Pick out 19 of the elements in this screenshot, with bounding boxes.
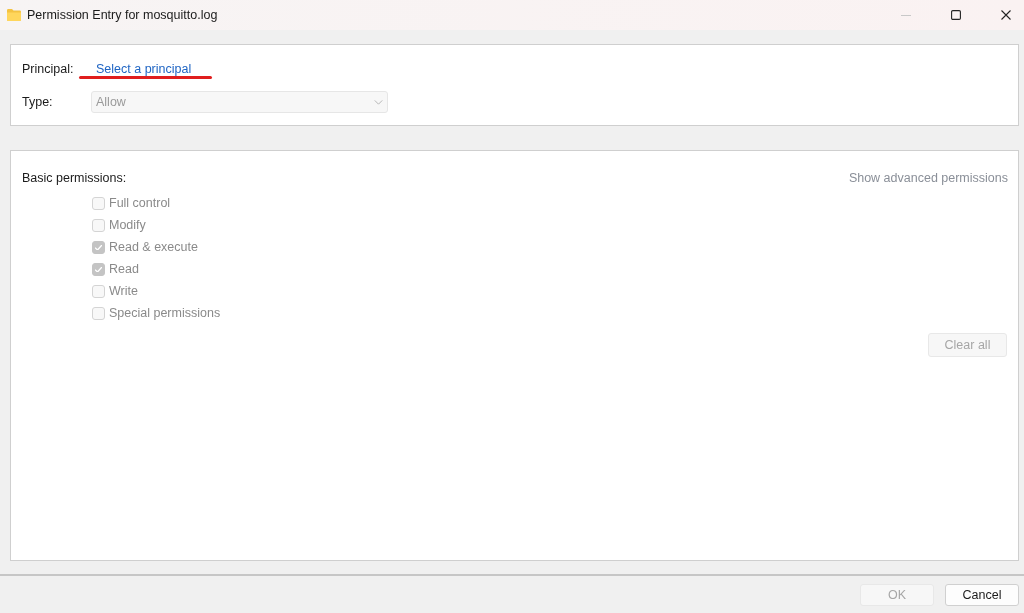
permission-label: Read (109, 262, 139, 276)
permission-label: Modify (109, 218, 146, 232)
folder-icon (7, 9, 21, 21)
permission-label: Special permissions (109, 306, 221, 320)
permission-label: Full control (109, 196, 171, 210)
dialog-button[interactable]: Cancel (945, 583, 1019, 606)
maximize-icon (951, 10, 961, 20)
checkmark-icon (95, 266, 102, 272)
minimize-icon (901, 14, 911, 16)
permission-label: Write (109, 284, 138, 298)
select-principal-link[interactable]: Select a principal (96, 62, 192, 76)
permission-label: Read & execute (109, 240, 198, 254)
close-icon (1001, 10, 1011, 20)
principal-label: Principal: (22, 62, 75, 76)
checkmark-icon (95, 244, 102, 250)
chevron-down-icon (374, 99, 383, 105)
window-title: Permission Entry for mosquitto.log (27, 8, 218, 22)
basic-permissions-label: Basic permissions: (22, 171, 127, 185)
type-label: Type: (22, 95, 54, 109)
